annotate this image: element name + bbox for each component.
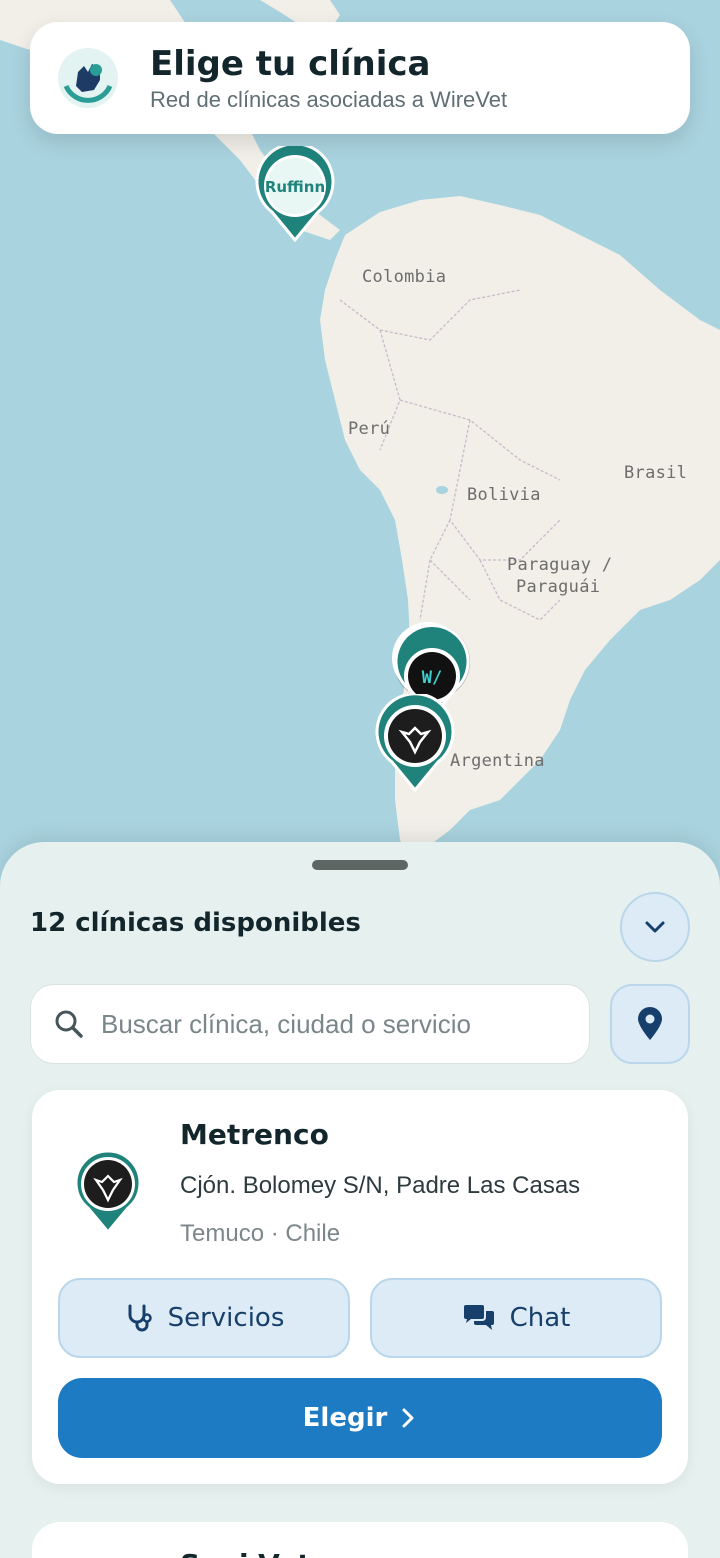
ruffinn-pin-icon: Ruffinn — [255, 142, 335, 243]
clinic-name: Metrenco — [180, 1118, 329, 1151]
clinic-card[interactable]: Metrenco Cjón. Bolomey S/N, Padre Las Ca… — [32, 1090, 688, 1484]
clinics-bottom-sheet: 12 clínicas disponibles Metrenco Cjón. B… — [0, 842, 720, 1558]
choose-label: Elegir — [302, 1403, 388, 1433]
wirevet-logo-text: W/ — [422, 668, 442, 688]
map-label-bolivia: Bolivia — [467, 485, 541, 505]
map-label-brasil: Brasil — [624, 463, 688, 483]
clinics-count: 12 clínicas disponibles — [30, 908, 361, 938]
map-landmass — [0, 0, 720, 860]
header-card: Elige tu clínica Red de clínicas asociad… — [30, 22, 690, 134]
map-label-peru: Perú — [348, 419, 391, 439]
chevron-right-icon — [402, 1408, 414, 1428]
map-view[interactable]: Colombia Perú Brasil Bolivia Paraguay / … — [0, 0, 720, 900]
metrenco-pin-icon — [375, 692, 455, 793]
clinic-address: Cjón. Bolomey S/N, Padre Las Casas — [180, 1172, 581, 1199]
page-title: Elige tu clínica — [150, 44, 431, 84]
ruffinn-logo-text: Ruffinn — [265, 178, 325, 196]
services-button[interactable]: Servicios — [58, 1278, 350, 1358]
map-label-paraguay: Paraguay / — [507, 555, 613, 575]
services-label: Servicios — [167, 1303, 285, 1333]
location-pin-icon — [638, 1007, 662, 1040]
search-icon — [55, 1010, 83, 1038]
sheet-drag-handle[interactable] — [312, 860, 408, 870]
map-label-colombia: Colombia — [362, 267, 447, 287]
page-subtitle: Red de clínicas asociadas a WireVet — [150, 87, 508, 112]
clinic-logo-icon — [74, 1150, 142, 1234]
chat-label: Chat — [509, 1303, 571, 1333]
stethoscope-icon — [128, 1304, 152, 1332]
chevron-down-icon — [645, 921, 665, 933]
map-label-argentina: Argentina — [450, 751, 545, 771]
map-label-paraguai: Paraguái — [516, 577, 601, 597]
search-input[interactable] — [101, 1008, 571, 1040]
next-clinic-name: Sani-Vet — [180, 1548, 311, 1558]
collapse-sheet-button[interactable] — [620, 892, 690, 962]
chat-button[interactable]: Chat — [370, 1278, 662, 1358]
wirevet-logo-icon — [58, 48, 118, 108]
search-bar — [30, 984, 590, 1064]
map-pin-metrenco[interactable] — [374, 692, 456, 796]
choose-clinic-button[interactable]: Elegir — [58, 1378, 662, 1458]
my-location-button[interactable] — [610, 984, 690, 1064]
clinic-city: Temuco · Chile — [180, 1220, 341, 1247]
next-clinic-card[interactable]: Sani-Vet — [32, 1522, 688, 1558]
chat-bubbles-icon — [463, 1305, 494, 1330]
map-pin-ruffinn[interactable]: Ruffinn — [254, 142, 336, 246]
